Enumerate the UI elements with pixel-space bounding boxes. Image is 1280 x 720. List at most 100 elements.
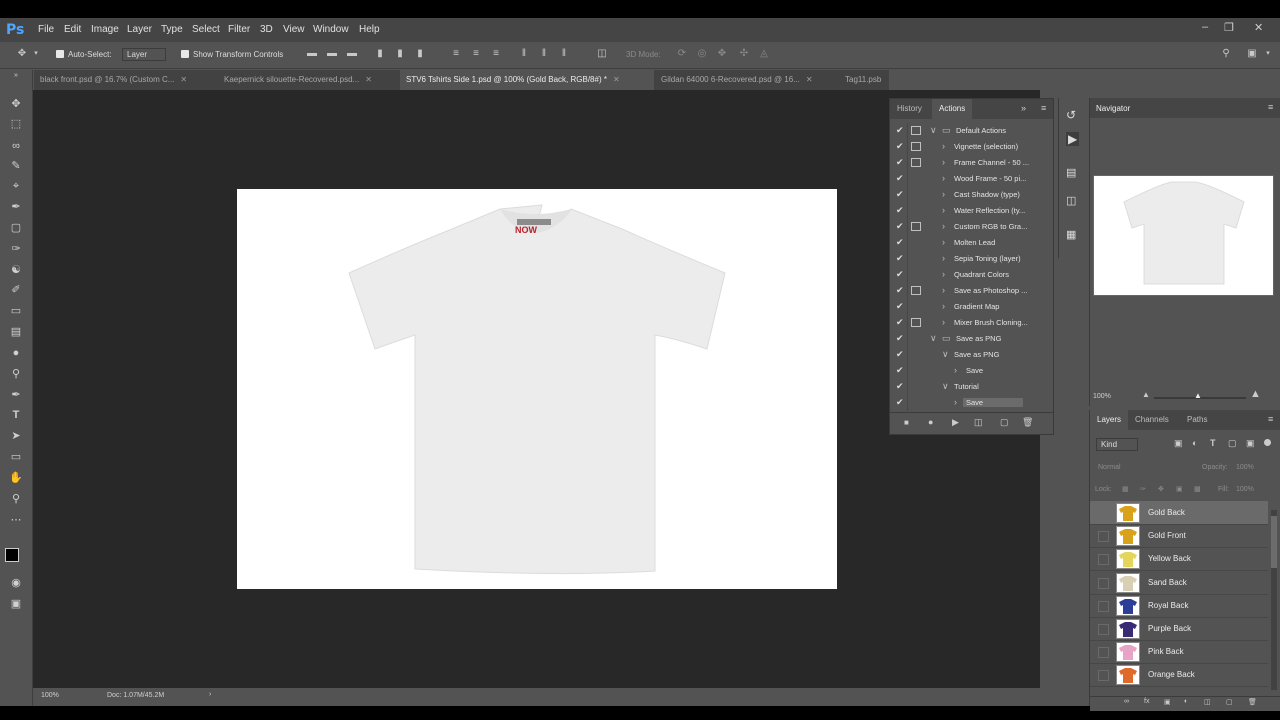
action-enabled-check-icon[interactable]: ✔	[896, 173, 904, 184]
menu-3d[interactable]: 3D	[260, 24, 273, 35]
align-right-icon[interactable]: ▮	[414, 48, 426, 60]
close-icon[interactable]: ✕	[1254, 21, 1263, 34]
align-top-icon[interactable]: ▬	[306, 48, 318, 60]
action-row[interactable]: ✔ ∨ ▭ Default Actions	[890, 123, 1042, 139]
visibility-toggle-icon[interactable]	[1098, 624, 1109, 635]
tab-stv6-tshirts[interactable]: STV6 Tshirts Side 1.psd @ 100% (Gold Bac…	[400, 70, 654, 90]
action-row[interactable]: ✔ › Wood Frame - 50 pi...	[890, 171, 1042, 187]
layer-row[interactable]: Pink Back	[1090, 640, 1268, 665]
auto-select-dropdown[interactable]: Layer	[122, 48, 167, 61]
menu-image[interactable]: Image	[91, 24, 119, 35]
dialog-toggle-icon[interactable]	[911, 318, 921, 327]
close-tab-icon[interactable]: ✕	[806, 75, 813, 84]
eraser-icon[interactable]: ▭	[8, 303, 24, 319]
new-action-icon[interactable]: ▢	[1000, 417, 1009, 428]
layers-menu-icon[interactable]: ≡	[1268, 414, 1273, 424]
expand-chevron-icon[interactable]: ›	[942, 237, 945, 247]
menu-file[interactable]: File	[38, 24, 54, 35]
action-enabled-check-icon[interactable]: ✔	[896, 269, 904, 280]
document-canvas[interactable]: NOW	[237, 189, 837, 589]
layers-scroll-thumb[interactable]	[1271, 516, 1277, 568]
action-enabled-check-icon[interactable]: ✔	[896, 333, 904, 344]
action-row[interactable]: ✔ › Save	[890, 363, 1042, 379]
opacity-value[interactable]: 100%	[1236, 464, 1254, 471]
action-enabled-check-icon[interactable]: ✔	[896, 381, 904, 392]
collapse-chevron-icon[interactable]: ∨	[942, 381, 949, 392]
play-icon[interactable]: ▶	[952, 417, 959, 428]
3d-scale-icon[interactable]: ◬	[758, 48, 770, 60]
action-row[interactable]: ✔ ∨ Save as PNG	[890, 347, 1042, 363]
tab-gildan[interactable]: Gildan 64000 6-Recovered.psd @ 16... ✕	[655, 70, 851, 90]
dialog-toggle-icon[interactable]	[911, 222, 921, 231]
expand-chevron-icon[interactable]: ›	[942, 205, 945, 215]
distribute-right-icon[interactable]: ‖	[558, 48, 570, 60]
dialog-toggle-icon[interactable]	[911, 286, 921, 295]
panel-collapse-icon[interactable]: »	[1021, 103, 1026, 113]
visibility-toggle-icon[interactable]	[1098, 577, 1109, 589]
layer-row[interactable]: Orange Back	[1090, 663, 1268, 688]
tab-channels[interactable]: Channels	[1128, 410, 1176, 430]
expand-chevron-icon[interactable]: ›	[942, 221, 945, 231]
visibility-toggle-icon[interactable]	[1098, 647, 1109, 659]
navigator-thumbnail[interactable]	[1093, 175, 1274, 296]
more-tools-icon[interactable]: ⋯	[8, 512, 24, 528]
filter-shape-icon[interactable]: ▢	[1228, 438, 1237, 449]
action-enabled-check-icon[interactable]: ✔	[896, 189, 904, 200]
lasso-icon[interactable]: ∞	[8, 138, 24, 154]
action-row[interactable]: ✔ › Custom RGB to Gra...	[890, 219, 1042, 235]
action-enabled-check-icon[interactable]: ✔	[896, 253, 904, 264]
layer-mask-icon[interactable]: ▣	[1164, 698, 1171, 706]
tab-history[interactable]: History	[890, 99, 929, 119]
layer-style-icon[interactable]: fx	[1144, 698, 1149, 705]
distribute-hcenter-icon[interactable]: ‖	[538, 48, 550, 60]
stop-icon[interactable]: ■	[904, 418, 909, 427]
expand-chevron-icon[interactable]: ›	[954, 365, 957, 375]
move-icon[interactable]: ✥	[8, 96, 24, 112]
action-row[interactable]: ✔ › Cast Shadow (type)	[890, 187, 1042, 203]
expand-chevron-icon[interactable]: ›	[942, 301, 945, 311]
expand-chevron-icon[interactable]: ›	[942, 173, 945, 183]
navigator-zoom[interactable]: 100%	[1093, 393, 1111, 400]
close-tab-icon[interactable]: ✕	[613, 75, 620, 84]
filter-type-icon[interactable]: T	[1210, 438, 1216, 448]
action-row[interactable]: ✔ › Gradient Map	[890, 299, 1042, 315]
search-icon[interactable]: ⚲	[1220, 48, 1232, 60]
dialog-toggle-icon[interactable]	[911, 142, 921, 151]
zoom-level[interactable]: 100%	[41, 692, 59, 699]
collapse-chevron-icon[interactable]: ∨	[942, 349, 949, 360]
action-row[interactable]: ✔ › Frame Channel - 50 ...	[890, 155, 1042, 171]
auto-select-checkbox[interactable]	[56, 50, 64, 58]
navigator-menu-icon[interactable]: ≡	[1268, 102, 1273, 112]
show-transform-checkbox[interactable]	[181, 50, 189, 58]
lock-artboard-icon[interactable]: ▣	[1176, 485, 1183, 493]
move-tool-icon[interactable]: ✥	[16, 48, 28, 60]
filter-toggle[interactable]	[1264, 439, 1271, 446]
action-row[interactable]: ✔ › Save	[890, 395, 1042, 411]
action-row[interactable]: ✔ › Molten Lead	[890, 235, 1042, 251]
quick-mask-icon[interactable]: ◉	[8, 575, 24, 591]
marquee-icon[interactable]: ⬚	[8, 116, 24, 132]
action-enabled-check-icon[interactable]: ✔	[896, 397, 904, 408]
menu-layer[interactable]: Layer	[127, 24, 152, 35]
zoom-icon[interactable]: ⚲	[8, 491, 24, 507]
restore-icon[interactable]: ❐	[1224, 21, 1234, 34]
expand-chevron-icon[interactable]: ›	[942, 285, 945, 295]
tab-actions[interactable]: Actions	[932, 99, 973, 119]
action-enabled-check-icon[interactable]: ✔	[896, 365, 904, 376]
filter-adjust-icon[interactable]: ◐	[1192, 438, 1197, 448]
layer-row[interactable]: Sand Back	[1090, 571, 1268, 595]
visibility-toggle-icon[interactable]	[1098, 600, 1109, 612]
action-row[interactable]: ✔ › Quadrant Colors	[890, 267, 1042, 283]
foreground-color-swatch[interactable]	[5, 548, 19, 562]
action-enabled-check-icon[interactable]: ✔	[896, 157, 904, 168]
menu-help[interactable]: Help	[359, 24, 380, 35]
distribute-top-icon[interactable]: ≡	[450, 48, 462, 60]
tools-collapse-icon[interactable]: »	[8, 68, 24, 84]
visibility-toggle-icon[interactable]	[1098, 508, 1109, 519]
zoom-out-icon[interactable]: ▲	[1142, 390, 1150, 399]
record-icon[interactable]: ●	[928, 417, 933, 427]
eyedropper-icon[interactable]: ✒	[8, 199, 24, 215]
action-enabled-check-icon[interactable]: ✔	[896, 237, 904, 248]
minimize-icon[interactable]: –	[1202, 21, 1208, 33]
lock-pixels-icon[interactable]: ▦	[1122, 485, 1129, 493]
